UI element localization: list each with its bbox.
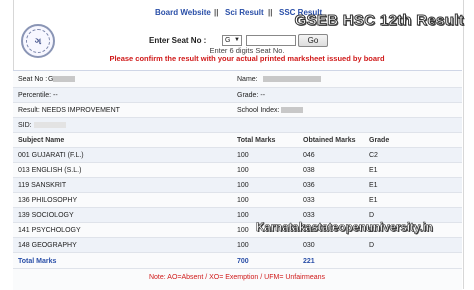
table-header: Subject Name Total Marks Obtained Marks … <box>13 133 462 148</box>
obtained-cell: 038 <box>303 167 315 174</box>
total-cell: 100 <box>237 167 249 174</box>
percentile-label: Percentile: -- <box>18 92 58 99</box>
obtained-cell: 046 <box>303 152 315 159</box>
total-obtained-value: 221 <box>303 258 315 265</box>
sci-result-link[interactable]: Sci Result <box>225 8 264 17</box>
col-total-marks: Total Marks <box>237 137 276 144</box>
total-cell: 100 <box>237 197 249 204</box>
nav-separator: || <box>268 8 273 17</box>
seat-label: Enter Seat No : <box>149 36 207 45</box>
note-label: Note <box>148 274 164 281</box>
obtained-cell: 033 <box>303 197 315 204</box>
total-cell: 100 <box>237 227 249 234</box>
chevron-down-icon: ▼ <box>234 37 240 43</box>
col-subject-name: Subject Name <box>18 137 65 144</box>
subject-cell: 119 SANSKRIT <box>18 182 67 189</box>
result-panel: Seat No : G Name: Percentile: -- Grade: … <box>13 70 462 290</box>
total-cell: 100 <box>237 212 249 219</box>
subject-cell: 139 SOCIOLOGY <box>18 212 74 219</box>
subject-cell: 013 ENGLISH (S.L.) <box>18 167 82 174</box>
table-row: 001 GUJARATI (F.L.) 100 046 C2 <box>13 148 462 163</box>
table-row: 119 SANSKRIT 100 036 E1 <box>13 178 462 193</box>
school-index-label: School Index: <box>237 107 304 114</box>
seat-prefix-value: G <box>225 37 231 44</box>
info-row-result: Result: NEEDS IMPROVEMENT School Index: <box>13 103 462 118</box>
table-row: 013 ENGLISH (S.L.) 100 038 E1 <box>13 163 462 178</box>
note-line: Note: AO=Absent / XO= Exemption / UFM= U… <box>0 274 474 281</box>
subject-cell: 148 GEOGRAPHY <box>18 242 77 249</box>
subject-cell: 141 PSYCHOLOGY <box>18 227 81 234</box>
col-obtained-marks: Obtained Marks <box>303 137 356 144</box>
grade-cell: C2 <box>369 152 378 159</box>
obtained-cell: 033 <box>303 212 315 219</box>
grade-label: Grade: -- <box>237 92 266 99</box>
seat-number-input[interactable] <box>246 35 296 46</box>
name-value <box>263 76 321 83</box>
name-label: Name: <box>237 76 258 83</box>
sid-label: SID: <box>18 122 66 129</box>
seat-no-value: G <box>48 76 76 83</box>
subject-cell: 136 PHILOSOPHY <box>18 197 78 204</box>
seat-prefix-select[interactable]: G ▼ <box>222 35 242 46</box>
col-grade: Grade <box>369 137 390 144</box>
total-cell: 100 <box>237 242 249 249</box>
total-cell: 100 <box>237 182 249 189</box>
seat-no-label: Seat No : <box>18 76 48 83</box>
total-cell: 100 <box>237 152 249 159</box>
table-row: 139 SOCIOLOGY 100 033 D <box>13 208 462 223</box>
table-row: 148 GEOGRAPHY 100 030 D <box>13 238 462 253</box>
watermark-text: Karnatakastateopenuniversity.in <box>256 222 433 235</box>
total-marks-label: Total Marks <box>18 258 57 265</box>
grade-cell: E1 <box>369 167 378 174</box>
obtained-cell: 030 <box>303 242 315 249</box>
table-row: 136 PHILOSOPHY 100 033 E1 <box>13 193 462 208</box>
total-max-value: 700 <box>237 258 249 265</box>
board-website-link[interactable]: Board Website <box>155 8 211 17</box>
note-text: : AO=Absent / XO= Exemption / UFM= Unfai… <box>163 274 326 281</box>
grade-cell: D <box>369 212 375 219</box>
info-row-seat: Seat No : G Name: <box>13 71 462 88</box>
grade-cell: E1 <box>369 197 378 204</box>
result-label: Result: NEEDS IMPROVEMENT <box>18 107 120 114</box>
overlay-title: GSEB HSC 12th Result <box>294 12 464 30</box>
nav-separator: || <box>214 8 219 17</box>
grade-cell: E1 <box>369 182 378 189</box>
info-row-sid: SID: <box>13 118 462 133</box>
grade-cell: D <box>369 242 375 249</box>
confirm-warning: Please confirm the result with your actu… <box>109 54 385 63</box>
obtained-cell: 036 <box>303 182 315 189</box>
subject-cell: 001 GUJARATI (F.L.) <box>18 152 84 159</box>
info-row-percentile: Percentile: -- Grade: -- <box>13 88 462 103</box>
total-row: Total Marks 700 221 <box>13 253 462 269</box>
